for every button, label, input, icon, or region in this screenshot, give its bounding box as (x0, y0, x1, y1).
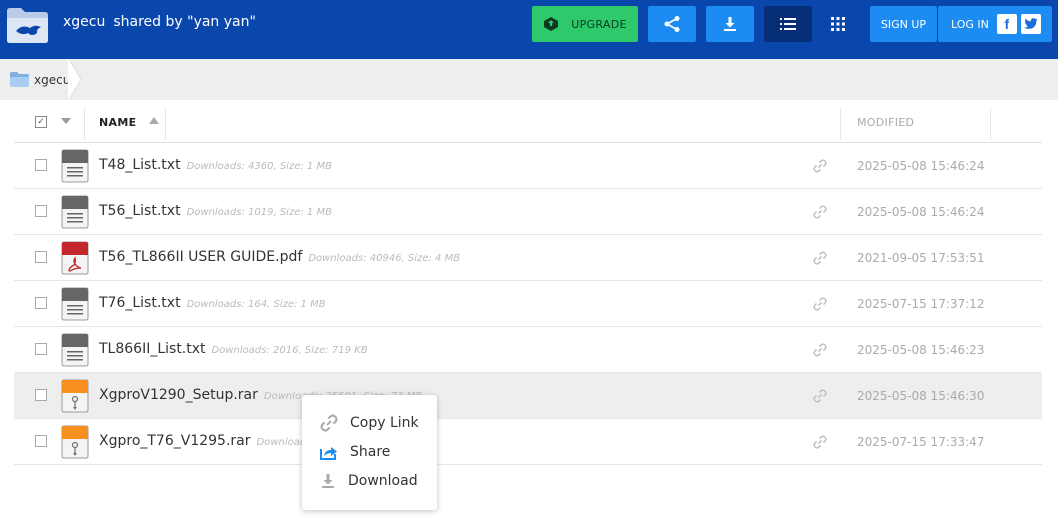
file-modified-date: 2025-05-08 15:46:24 (857, 159, 985, 173)
modified-column-header[interactable]: MODIFIED (857, 116, 914, 129)
row-checkbox[interactable] (35, 159, 47, 171)
sign-up-button[interactable]: SIGN UP (870, 6, 937, 42)
name-column-header[interactable]: NAME (99, 116, 136, 129)
table-row[interactable]: T48_List.txt Downloads: 4360, Size: 1 MB … (14, 143, 1042, 189)
share-icon (320, 447, 337, 460)
table-row[interactable]: T56_List.txt Downloads: 1019, Size: 1 MB … (14, 189, 1042, 235)
txt-file-icon (61, 287, 89, 321)
file-modified-date: 2025-07-15 17:37:12 (857, 297, 985, 311)
file-name-text[interactable]: Xgpro_T76_V1295.rar (99, 433, 251, 449)
table-row[interactable]: T76_List.txt Downloads: 164, Size: 1 MB 2… (14, 281, 1042, 327)
list-view-button[interactable] (764, 6, 812, 42)
shared-by-text: shared by "yan yan" (113, 14, 256, 30)
file-modified-date: 2021-09-05 17:53:51 (857, 251, 985, 265)
file-name[interactable]: T56_TL866II USER GUIDE.pdf Downloads: 409… (99, 249, 460, 265)
column-divider (165, 108, 166, 140)
select-all-checkbox[interactable]: ✓ (35, 116, 47, 128)
twitter-icon[interactable] (1020, 14, 1041, 34)
file-name-text[interactable]: TL866II_List.txt (99, 341, 206, 357)
column-divider (84, 108, 85, 140)
share-icon (664, 16, 680, 32)
archive-file-icon (61, 379, 89, 413)
file-meta: Downloads: 40946, Size: 4 MB (308, 253, 461, 264)
sort-ascending-icon[interactable] (149, 117, 159, 124)
row-checkbox[interactable] (35, 435, 47, 447)
file-name-text[interactable]: T56_TL866II USER GUIDE.pdf (99, 249, 302, 265)
link-icon (320, 414, 338, 432)
file-name-text[interactable]: T48_List.txt (99, 157, 181, 173)
folder-icon (10, 72, 29, 87)
context-menu-label: Download (348, 473, 418, 489)
copy-link-icon[interactable] (813, 251, 827, 265)
row-checkbox[interactable] (35, 251, 47, 263)
upgrade-button[interactable]: UPGRADE (532, 6, 638, 42)
context-menu-label: Share (350, 444, 391, 460)
file-name-text[interactable]: T56_List.txt (99, 203, 181, 219)
file-modified-date: 2025-05-08 15:46:24 (857, 205, 985, 219)
upgrade-label: UPGRADE (571, 17, 627, 31)
breadcrumb-separator (68, 59, 82, 100)
table-row[interactable]: TL866II_List.txt Downloads: 2016, Size: 7… (14, 327, 1042, 373)
txt-file-icon (61, 333, 89, 367)
file-name[interactable]: T48_List.txt Downloads: 4360, Size: 1 MB (99, 157, 332, 173)
row-checkbox[interactable] (35, 205, 47, 217)
file-modified-date: 2025-05-08 15:46:30 (857, 389, 985, 403)
file-meta: Downloads: 1019, Size: 1 MB (186, 207, 332, 218)
log-in-label: LOG IN (951, 17, 989, 31)
share-button[interactable] (648, 6, 696, 42)
folder-name: xgecu (63, 14, 106, 30)
pdf-file-icon (61, 241, 89, 275)
file-name-text[interactable]: T76_List.txt (99, 295, 181, 311)
txt-file-icon (61, 195, 89, 229)
file-name[interactable]: TL866II_List.txt Downloads: 2016, Size: 7… (99, 341, 368, 357)
log-in-button[interactable]: LOG IN f (938, 6, 1052, 42)
page-title: xgecu shared by "yan yan" (63, 14, 256, 30)
grid-view-icon (831, 17, 845, 31)
table-row[interactable]: Xgpro_T76_V1295.rarDownloads: 2140, Size… (14, 419, 1042, 465)
copy-link-icon[interactable] (813, 343, 827, 357)
copy-link-icon[interactable] (813, 159, 827, 173)
select-menu-caret-icon[interactable] (61, 118, 71, 124)
breadcrumb: xgecu (0, 59, 1058, 100)
top-bar: xgecu shared by "yan yan" UPGRADE SIGN U… (0, 0, 1058, 59)
table-header: ✓ NAME MODIFIED (14, 100, 1042, 143)
copy-link-icon[interactable] (813, 435, 827, 449)
upgrade-icon (544, 17, 559, 31)
table-row[interactable]: XgproV1290_Setup.rarDownloads: 25591, Si… (14, 373, 1042, 419)
file-meta: Downloads: 2016, Size: 719 KB (211, 345, 368, 356)
table-row[interactable]: T56_TL866II USER GUIDE.pdf Downloads: 409… (14, 235, 1042, 281)
breadcrumb-label: xgecu (34, 72, 71, 87)
txt-file-icon (61, 149, 89, 183)
row-checkbox[interactable] (35, 389, 47, 401)
download-button[interactable] (706, 6, 754, 42)
row-checkbox[interactable] (35, 297, 47, 309)
sign-up-label: SIGN UP (880, 17, 927, 31)
file-modified-date: 2025-07-15 17:33:47 (857, 435, 985, 449)
copy-link-icon[interactable] (813, 205, 827, 219)
column-divider (990, 108, 991, 140)
download-icon (322, 474, 334, 488)
copy-link-icon[interactable] (813, 389, 827, 403)
breadcrumb-item-xgecu[interactable]: xgecu (0, 59, 70, 100)
file-meta: Downloads: 4360, Size: 1 MB (186, 161, 332, 172)
file-name[interactable]: T76_List.txt Downloads: 164, Size: 1 MB (99, 295, 326, 311)
context-menu-download[interactable]: Download (302, 467, 437, 495)
file-name-text[interactable]: XgproV1290_Setup.rar (99, 387, 258, 403)
copy-link-icon[interactable] (813, 297, 827, 311)
mediafire-logo-icon[interactable] (4, 5, 50, 45)
context-menu-label: Copy Link (350, 415, 419, 431)
file-meta: Downloads: 164, Size: 1 MB (186, 299, 326, 310)
facebook-icon[interactable]: f (996, 14, 1017, 34)
file-modified-date: 2025-05-08 15:46:23 (857, 343, 985, 357)
column-divider (840, 108, 841, 140)
context-menu-share[interactable]: Share (302, 438, 437, 466)
row-checkbox[interactable] (35, 343, 47, 355)
archive-file-icon (61, 425, 89, 459)
context-menu-copy-link[interactable]: Copy Link (302, 409, 437, 437)
download-icon (724, 17, 736, 31)
grid-view-button[interactable] (820, 6, 856, 42)
context-menu: Copy Link Share Download (302, 395, 437, 510)
file-name[interactable]: T56_List.txt Downloads: 1019, Size: 1 MB (99, 203, 332, 219)
list-view-icon (780, 18, 796, 30)
